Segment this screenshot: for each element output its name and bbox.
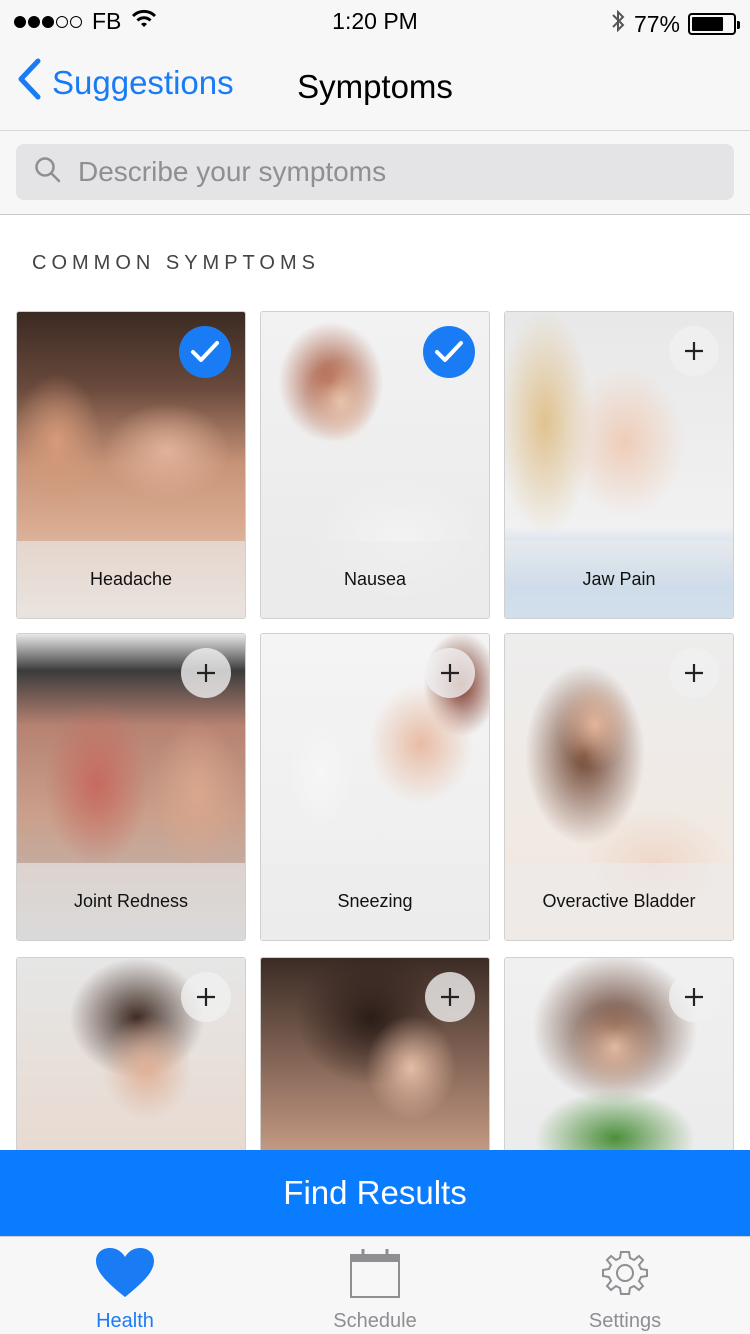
symptom-card-jaw-pain[interactable]: Jaw Pain xyxy=(504,311,734,619)
heart-icon xyxy=(0,1247,250,1299)
symptom-card-sneezing[interactable]: Sneezing xyxy=(260,633,490,941)
symptom-card-nausea[interactable]: Nausea xyxy=(260,311,490,619)
search-icon xyxy=(34,156,62,189)
gear-icon xyxy=(500,1247,750,1299)
symptom-label-band: Sneezing xyxy=(261,863,489,940)
add-icon[interactable] xyxy=(669,972,719,1022)
tab-settings[interactable]: Settings xyxy=(500,1237,750,1334)
page-title: Symptoms xyxy=(297,68,453,105)
symptom-label-band: Overactive Bladder xyxy=(505,863,733,940)
tab-bar: Health Schedule Settings xyxy=(0,1236,750,1334)
checkmark-icon[interactable] xyxy=(179,326,231,378)
bluetooth-icon xyxy=(610,8,626,40)
symptom-label: Sneezing xyxy=(337,891,413,911)
calendar-icon xyxy=(250,1247,500,1299)
tab-label: Health xyxy=(96,1310,154,1332)
add-icon[interactable] xyxy=(669,326,719,376)
status-bar: FB 1:20 PM 77% xyxy=(0,0,750,40)
find-results-button[interactable]: Find Results xyxy=(0,1150,750,1236)
search-area xyxy=(0,130,750,215)
search-input[interactable] xyxy=(78,156,678,188)
section-header: COMMON SYMPTOMS xyxy=(32,252,320,274)
tab-label: Settings xyxy=(588,1310,662,1332)
symptom-card-joint-redness[interactable]: Joint Redness xyxy=(16,633,246,941)
symptom-card-headache[interactable]: Headache xyxy=(16,311,246,619)
symptom-label: Nausea xyxy=(343,569,407,589)
checkmark-icon[interactable] xyxy=(423,326,475,378)
symptom-card-overactive-bladder[interactable]: Overactive Bladder xyxy=(504,633,734,941)
tab-health[interactable]: Health xyxy=(0,1237,250,1334)
tab-label: Schedule xyxy=(333,1310,417,1332)
search-box[interactable] xyxy=(16,144,734,200)
symptom-label: Headache xyxy=(89,569,173,589)
symptom-label-band: Jaw Pain xyxy=(505,541,733,618)
add-icon[interactable] xyxy=(425,648,475,698)
symptom-label: Joint Redness xyxy=(73,891,189,911)
battery-percent: 77% xyxy=(633,10,680,37)
symptom-label-band: Joint Redness xyxy=(17,863,245,940)
symptom-label: Overactive Bladder xyxy=(542,891,696,911)
add-icon[interactable] xyxy=(181,648,231,698)
status-right: 77% xyxy=(610,8,740,40)
navigation-bar: Suggestions Symptoms xyxy=(0,40,750,130)
tab-schedule[interactable]: Schedule xyxy=(250,1237,500,1334)
symptom-label-band: Nausea xyxy=(261,541,489,618)
add-icon[interactable] xyxy=(669,648,719,698)
add-icon[interactable] xyxy=(425,972,475,1022)
symptom-label: Jaw Pain xyxy=(582,569,656,589)
add-icon[interactable] xyxy=(181,972,231,1022)
symptom-label-band: Headache xyxy=(17,541,245,618)
battery-icon xyxy=(688,13,740,35)
